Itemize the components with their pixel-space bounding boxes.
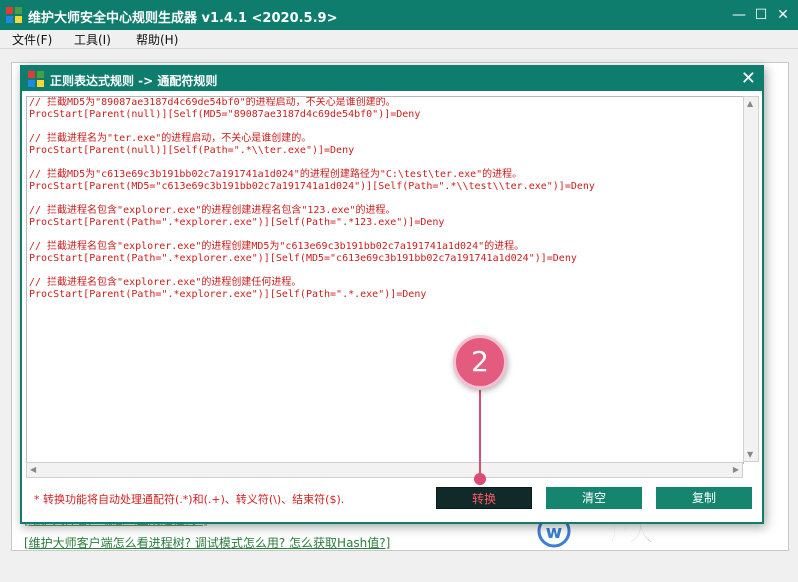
- menu-bar: 文件(F) 工具(I) 帮助(H): [0, 30, 798, 49]
- code-rule-line: ProcStart[Parent(Path=".*explorer.exe")]…: [29, 289, 427, 300]
- code-comment-line: // 拦截进程名包含"explorer.exe"的进程创建MD5为"c613e6…: [29, 241, 525, 252]
- scroll-up-icon[interactable]: ▲: [747, 99, 753, 108]
- horizontal-scrollbar[interactable]: ◀ ▶: [26, 462, 743, 478]
- help-link-faq[interactable]: [维护大师客户端怎么看进程树? 调试模式怎么用? 怎么获取Hash值?]: [24, 534, 390, 551]
- code-rule-line: ProcStart[Parent(Path=".*explorer.exe")]…: [29, 217, 445, 228]
- code-rule-line: ProcStart[Parent(null)][Self(Path=".*\\t…: [29, 145, 355, 156]
- convert-hint: * 转换功能将自动处理通配符(.*)和(.+)、转义符(\)、结束符($).: [34, 493, 345, 506]
- code-comment-line: // 拦截进程名包含"explorer.exe"的进程创建任何进程。: [29, 277, 302, 288]
- scroll-down-icon[interactable]: ▼: [747, 450, 753, 459]
- menu-help[interactable]: 帮助(H): [136, 31, 178, 48]
- step-callout-badge: 2: [453, 335, 507, 389]
- code-comment-line: // 拦截MD5为"c613e69c3b191bb02c7a191741a1d0…: [29, 169, 523, 180]
- menu-file[interactable]: 文件(F): [12, 31, 52, 48]
- dialog-title-bar: 正则表达式规则 -> 通配符规则 ✕: [22, 67, 762, 91]
- regex-convert-dialog: 正则表达式规则 -> 通配符规则 ✕ // 拦截MD5为"89087ae3187…: [20, 65, 764, 524]
- copy-button[interactable]: 复制: [656, 487, 752, 509]
- code-comment-line: // 拦截进程名为"ter.exe"的进程启动，不关心是谁创建的。: [29, 133, 312, 144]
- code-comment-line: // 拦截MD5为"89087ae3187d4c69de54bf0"的进程启动，…: [29, 97, 396, 108]
- maximize-icon[interactable]: ☐: [750, 4, 772, 26]
- code-rule-line: ProcStart[Parent(Path=".*explorer.exe")]…: [29, 253, 577, 264]
- window-title: 维护大师安全中心规则生成器 v1.4.1 <2020.5.9>: [28, 11, 338, 26]
- app-icon: [28, 71, 44, 87]
- dialog-title: 正则表达式规则 -> 通配符规则: [50, 74, 218, 88]
- minimize-icon[interactable]: —: [728, 4, 750, 26]
- code-rule-line: ProcStart[Parent(null)][Self(MD5="89087a…: [29, 109, 421, 120]
- app-icon: [6, 7, 22, 23]
- dialog-close-icon[interactable]: ✕: [741, 68, 756, 90]
- code-rule-line: ProcStart[Parent(MD5="c613e69c3b191bb02c…: [29, 181, 595, 192]
- rule-text-editor[interactable]: // 拦截MD5为"89087ae3187d4c69de54bf0"的进程启动，…: [26, 96, 744, 464]
- callout-pointer-dot: [474, 473, 486, 485]
- scroll-right-icon[interactable]: ▶: [733, 465, 739, 474]
- scroll-left-icon[interactable]: ◀: [30, 465, 36, 474]
- vertical-scrollbar[interactable]: ▲ ▼: [743, 96, 759, 462]
- clear-button[interactable]: 清空: [546, 487, 642, 509]
- title-bar: 维护大师安全中心规则生成器 v1.4.1 <2020.5.9> — ☐ ✕: [0, 0, 798, 30]
- rule-code: // 拦截MD5为"89087ae3187d4c69de54bf0"的进程启动，…: [29, 97, 595, 301]
- svg-text:w: w: [546, 522, 563, 543]
- callout-pointer-line: [479, 390, 481, 478]
- menu-tools[interactable]: 工具(I): [74, 31, 111, 48]
- close-icon[interactable]: ✕: [772, 4, 794, 26]
- code-comment-line: // 拦截进程名包含"explorer.exe"的进程创建进程名包含"123.e…: [29, 205, 396, 216]
- convert-button[interactable]: 转换: [436, 487, 532, 509]
